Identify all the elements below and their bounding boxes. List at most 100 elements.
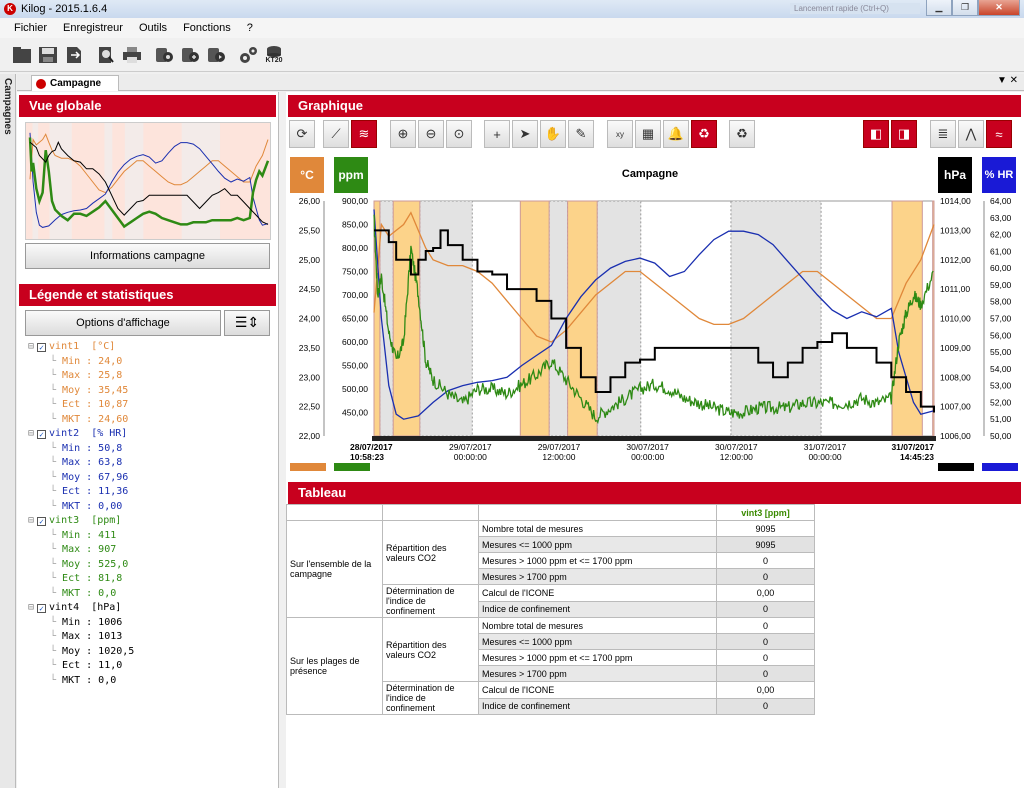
pointer-icon[interactable]: ➤ xyxy=(512,120,538,148)
legend-channel-vint1[interactable]: ⊟ ✓ vint1 [°C] xyxy=(22,340,272,355)
campagnes-side-tab[interactable]: Campagnes xyxy=(0,74,16,788)
channel-checkbox[interactable]: ✓ xyxy=(37,604,47,613)
legend-channel-vint2[interactable]: ⊟ ✓ vint2 [% HR] xyxy=(22,427,272,442)
menu-enregistreur[interactable]: Enregistreur xyxy=(55,22,131,34)
legend-stat-row: └ Moy : 525,0 xyxy=(50,558,129,570)
area-curve-icon[interactable]: ≈ xyxy=(986,120,1012,148)
legend-stat-name: Moy xyxy=(62,558,81,570)
co2-axis-tick: 600,00 xyxy=(342,337,368,347)
channel-checkbox[interactable]: ✓ xyxy=(37,517,47,526)
split-view-left-icon[interactable]: ◧ xyxy=(863,120,889,148)
zoom-in-icon[interactable]: ⊕ xyxy=(390,120,416,148)
legend-channel-vint4[interactable]: ⊟ ✓ vint4 [hPa] xyxy=(22,601,272,616)
channel-checkbox[interactable]: ✓ xyxy=(37,430,47,439)
legend-stat-value: 1013 xyxy=(98,631,123,642)
legend-stat-row: └ Ect : 81,8 xyxy=(50,573,123,584)
table-measure-label: Nombre total de mesures xyxy=(478,520,717,537)
stats-grid-icon[interactable]: ▦ xyxy=(635,120,661,148)
logger-read-icon[interactable] xyxy=(152,42,176,68)
legend-stat-name: Ect xyxy=(62,399,81,410)
legend-stat-value: 24,0 xyxy=(98,355,123,367)
informations-campagne-button[interactable]: Informations campagne xyxy=(25,243,270,269)
campaign-icon xyxy=(36,78,46,89)
pressure-unit-chip[interactable]: hPa xyxy=(938,157,972,193)
table-subgroup-label: Répartition des valeurs CO2 xyxy=(382,520,479,585)
legend-channel-vint3[interactable]: ⊟ ✓ vint3 [ppm] xyxy=(22,514,272,529)
minimize-icon[interactable]: ▁ xyxy=(926,0,952,16)
single-curve-icon[interactable]: ⋀ xyxy=(958,120,984,148)
menu-outils[interactable]: Outils xyxy=(131,22,175,34)
options-affichage-button[interactable]: Options d'affichage xyxy=(25,310,221,336)
kt20-icon[interactable]: KT20 xyxy=(262,42,286,68)
table-measure-value: 0 xyxy=(716,552,815,569)
graphique-header: Graphique xyxy=(288,95,1021,117)
table-measure-label: Calcul de l'ICONE xyxy=(478,681,717,699)
crosshair-icon[interactable]: + xyxy=(484,120,510,148)
temp-unit-chip[interactable]: °C xyxy=(290,157,324,193)
menu-help[interactable]: ? xyxy=(239,22,261,34)
zoom-out-icon[interactable]: ⊖ xyxy=(418,120,444,148)
refresh-icon[interactable]: ⟳ xyxy=(289,120,315,148)
save-icon[interactable] xyxy=(36,42,60,68)
legend-stat-value: 411 xyxy=(98,529,117,541)
legend-channel-label: vint2 xyxy=(49,428,80,439)
co2-unit-chip[interactable]: ppm xyxy=(334,157,368,193)
print-icon[interactable] xyxy=(120,42,144,68)
legend-stat-row: └ Moy : 1020,5 xyxy=(50,645,135,657)
overview-chart[interactable] xyxy=(25,122,271,240)
pan-hand-icon[interactable]: ✋ xyxy=(540,120,566,148)
recycle-active-icon[interactable]: ♻ xyxy=(691,120,717,148)
legend-stat-value: 0,0 xyxy=(98,587,117,599)
maximize-icon[interactable]: ❐ xyxy=(952,0,978,16)
quick-launch-box[interactable]: Lancement rapide (Ctrl+Q) xyxy=(790,3,920,14)
sort-menu-icon[interactable]: ☰⇕ xyxy=(224,310,270,336)
main-chart[interactable]: 26,00 25,50 25,00 24,50 24,00 23,50 23,00 22,50… xyxy=(286,196,1024,474)
graph-toolbar: ⟳ ⟋ ≋ ⊕ ⊖ ⊙ + ➤ ✋ ✎ xy ▦ 🔔 ♻ ♻ ◧ ◨ ≣ ⋀ ≈ xyxy=(289,120,1021,152)
split-view-right-icon[interactable]: ◨ xyxy=(891,120,917,148)
kilog-logo-icon: K xyxy=(4,3,16,15)
channel-checkbox[interactable]: ✓ xyxy=(37,343,47,352)
legend-stat-name: MKT xyxy=(62,674,81,686)
legend-stat-value: 907 xyxy=(98,544,117,555)
export-icon[interactable] xyxy=(62,42,86,68)
recycle-icon[interactable]: ♻ xyxy=(729,120,755,148)
x-axis-tick-date: 31/07/2017 xyxy=(804,442,847,452)
logger-config-icon[interactable] xyxy=(178,42,202,68)
menu-fonctions[interactable]: Fonctions xyxy=(175,22,239,34)
table-empty-cell xyxy=(478,504,717,521)
tab-menu-icon[interactable]: ▼ ✕ xyxy=(997,75,1018,86)
list-view-icon[interactable]: ≣ xyxy=(930,120,956,148)
humidity-axis-tick: 53,00 xyxy=(990,381,1012,391)
series-color-swatch xyxy=(290,463,326,471)
legend-stat-name: Ect xyxy=(62,573,81,584)
legend-stat-value: 24,60 xyxy=(98,413,129,425)
humidity-unit-chip[interactable]: % HR xyxy=(982,157,1016,193)
legend-stat-value: 0,00 xyxy=(98,500,123,512)
legend-stat-name: Moy xyxy=(62,645,81,657)
logger-start-icon[interactable] xyxy=(204,42,228,68)
tab-campagne[interactable]: Campagne xyxy=(31,75,119,91)
legend-stat-row: └ Min : 1006 xyxy=(50,616,123,628)
line-chart-icon[interactable]: ⟋ xyxy=(323,120,349,148)
print-preview-icon[interactable] xyxy=(94,42,118,68)
alarm-icon[interactable]: 🔔 xyxy=(663,120,689,148)
legende-header: Légende et statistiques xyxy=(19,284,276,306)
chart-title: Campagne xyxy=(621,168,679,180)
table-measure-value: 0 xyxy=(716,600,815,618)
temp-axis-tick: 22,50 xyxy=(299,402,321,412)
zoom-reset-icon[interactable]: ⊙ xyxy=(446,120,472,148)
close-icon[interactable]: ✕ xyxy=(978,0,1020,16)
legend-stat-row: └ Moy : 35,45 xyxy=(50,384,129,396)
folder-icon[interactable] xyxy=(10,42,34,68)
table-column-header: vint3 [ppm] xyxy=(716,504,815,521)
settings-icon[interactable] xyxy=(236,42,260,68)
multi-line-chart-icon[interactable]: ≋ xyxy=(351,120,377,148)
annotate-icon[interactable]: ✎ xyxy=(568,120,594,148)
table-measure-value: 0 xyxy=(716,633,815,650)
legend-stat-row: └ Ect : 11,0 xyxy=(50,660,123,671)
xy-icon[interactable]: xy xyxy=(607,120,633,148)
legend-stat-value: 0,0 xyxy=(98,674,117,686)
presence-zone xyxy=(519,200,550,437)
co2-axis-tick: 800,00 xyxy=(342,243,368,253)
menu-fichier[interactable]: Fichier xyxy=(6,22,55,34)
